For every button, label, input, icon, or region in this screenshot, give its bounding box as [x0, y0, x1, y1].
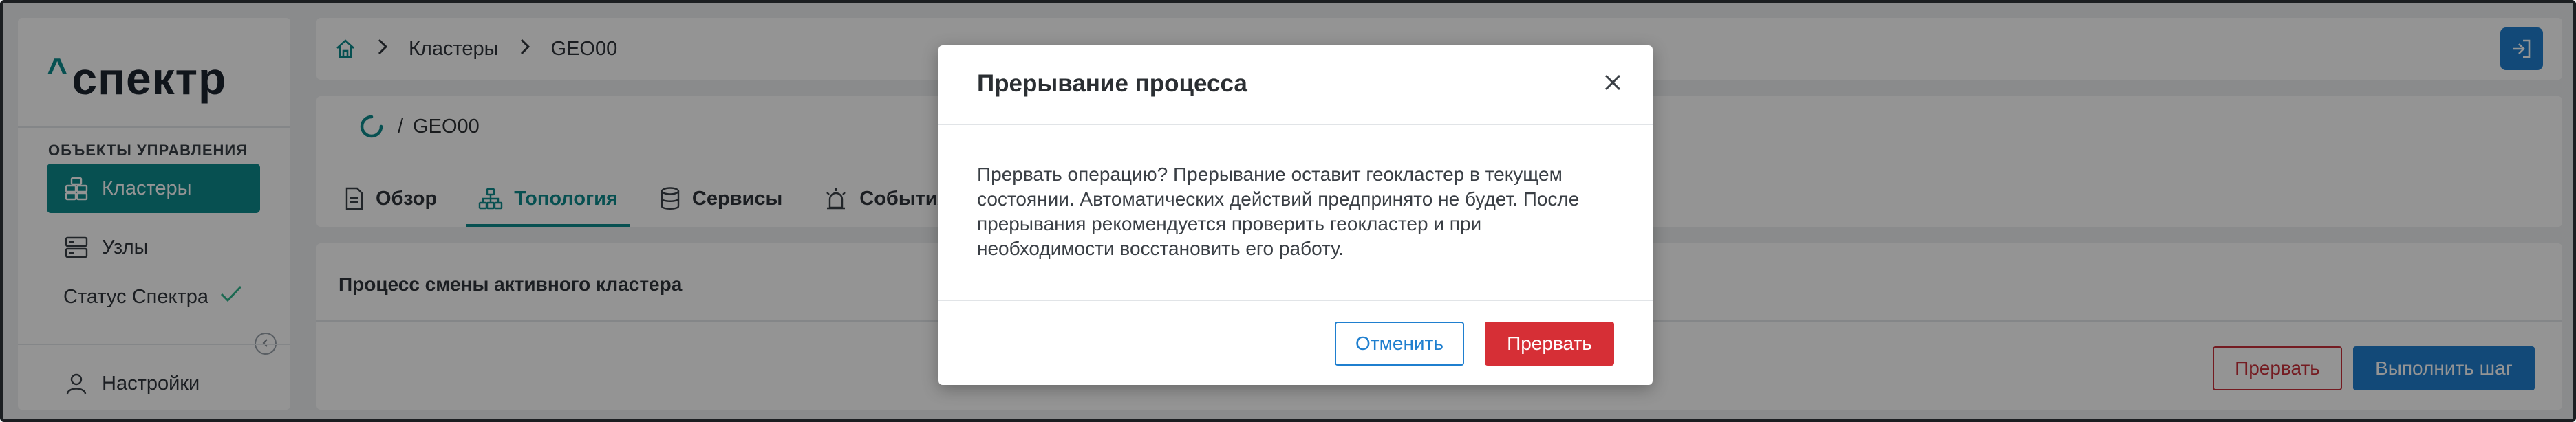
dialog-divider	[938, 300, 1653, 301]
close-icon[interactable]	[1599, 69, 1627, 96]
dialog-message: Прервать операцию? Прерывание оставит ге…	[977, 162, 1624, 261]
dialog-message-line: состоянии. Автоматических действий предп…	[977, 188, 1580, 210]
dialog-title: Прерывание процесса	[977, 70, 1247, 97]
dialog-message-line: прерывания рекомендуется проверить геокл…	[977, 213, 1482, 234]
dialog-message-line: необходимости восстановить его работу.	[977, 238, 1344, 259]
cancel-button[interactable]: Отменить	[1335, 322, 1464, 366]
abort-process-dialog: Прерывание процесса Прервать операцию? П…	[938, 45, 1653, 385]
confirm-abort-button[interactable]: Прервать	[1485, 322, 1614, 366]
dialog-message-line: Прервать операцию? Прерывание оставит ге…	[977, 164, 1563, 185]
app-window: ^ спектр ОБЪЕКТЫ УПРАВЛЕНИЯ Кластеры Узл…	[0, 0, 2576, 422]
dialog-divider	[938, 124, 1653, 125]
